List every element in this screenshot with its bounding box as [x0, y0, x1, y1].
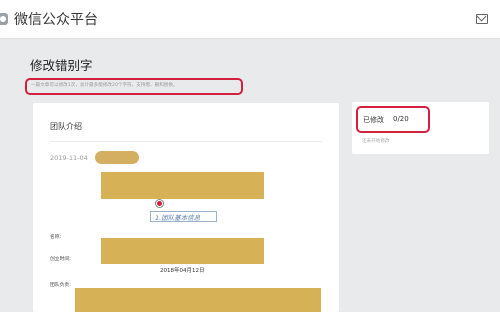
redacted-members-block [75, 288, 321, 312]
page-title: 修改错别字 [30, 58, 93, 73]
mail-icon[interactable] [476, 14, 488, 24]
article-date: 2019-11-04 [50, 154, 88, 162]
redacted-image-block [101, 172, 264, 199]
pin-icon [156, 200, 163, 207]
edit-hint-text: 一篇文章可以修改1次，总计最多能修改20个字符，支持增、删和替换。 [31, 83, 178, 88]
redacted-author [95, 151, 139, 164]
modified-count: 0/20 [393, 115, 409, 123]
redacted-text-block [101, 238, 264, 264]
field-label-name[interactable]: 名称: [50, 233, 61, 240]
article-title[interactable]: 团队介绍 [50, 121, 82, 132]
article-editor-card[interactable] [33, 103, 339, 312]
edit-status-text: 还未开始修改 [362, 139, 390, 144]
title-divider [50, 141, 322, 142]
wechat-logo-icon [0, 13, 8, 25]
field-label-members[interactable]: 团队负责: [50, 281, 71, 288]
app-title: 微信公众平台 [14, 12, 98, 28]
founded-date-value[interactable]: 2018年04月12日 [160, 266, 205, 274]
section-heading-text[interactable]: 1.团队基本信息 [155, 212, 200, 222]
field-label-founded[interactable]: 创立时间: [50, 255, 71, 262]
modified-label: 已修改 [363, 116, 384, 124]
top-bar: 微信公众平台 [0, 0, 500, 39]
